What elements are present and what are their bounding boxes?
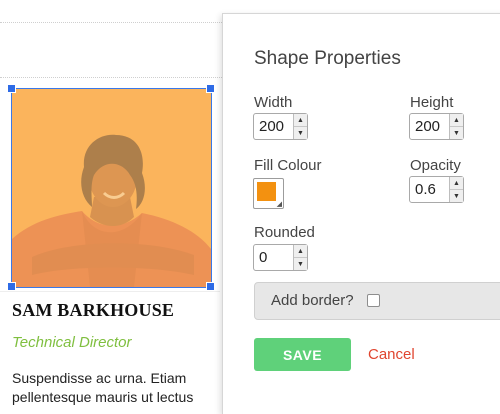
height-input[interactable] [410, 114, 449, 139]
resize-handle-top-right[interactable] [206, 84, 215, 93]
increment-icon[interactable]: ▲ [294, 114, 307, 127]
selected-shape[interactable] [11, 88, 212, 288]
opacity-input[interactable] [410, 177, 449, 202]
decrement-icon[interactable]: ▼ [294, 258, 307, 270]
rounded-stepper[interactable]: ▲ ▼ [253, 244, 308, 271]
guide-line [0, 77, 222, 78]
opacity-label: Opacity [410, 157, 461, 174]
dropdown-caret-icon: ◢ [276, 201, 282, 208]
rounded-label: Rounded [254, 224, 315, 241]
colour-swatch [257, 182, 276, 201]
opacity-stepper[interactable]: ▲ ▼ [409, 176, 464, 203]
cancel-link[interactable]: Cancel [368, 346, 415, 363]
divider [0, 291, 220, 292]
increment-icon[interactable]: ▲ [450, 177, 463, 190]
width-label: Width [254, 94, 293, 111]
fill-colour-label: Fill Colour [254, 157, 322, 174]
person-bio: Suspendisse ac urna. Etiam pellentesque … [12, 370, 194, 405]
add-border-label: Add border? [271, 292, 354, 309]
decrement-icon[interactable]: ▼ [294, 127, 307, 139]
height-stepper[interactable]: ▲ ▼ [409, 113, 464, 140]
decrement-icon[interactable]: ▼ [450, 190, 463, 202]
save-button[interactable]: SAVE [254, 338, 351, 371]
height-label: Height [410, 94, 454, 111]
increment-icon[interactable]: ▲ [294, 245, 307, 258]
panel-title: Shape Properties [254, 48, 401, 69]
resize-handle-bottom-left[interactable] [7, 282, 16, 291]
shape-properties-panel: Shape Properties Width ▲ ▼ Height ▲ ▼ Fi… [222, 13, 500, 414]
guide-line [0, 22, 222, 23]
increment-icon[interactable]: ▲ [450, 114, 463, 127]
person-role: Technical Director [12, 334, 132, 351]
width-stepper[interactable]: ▲ ▼ [253, 113, 308, 140]
person-name: SAM BARKHOUSE [12, 300, 175, 320]
decrement-icon[interactable]: ▼ [450, 127, 463, 139]
resize-handle-bottom-right[interactable] [206, 282, 215, 291]
opacity-overlay [12, 89, 211, 287]
add-border-checkbox[interactable] [367, 294, 380, 307]
add-border-row[interactable]: Add border? [254, 282, 500, 320]
fill-colour-picker[interactable]: ◢ [253, 178, 284, 209]
width-input[interactable] [254, 114, 293, 139]
resize-handle-top-left[interactable] [7, 84, 16, 93]
rounded-input[interactable] [254, 245, 293, 270]
